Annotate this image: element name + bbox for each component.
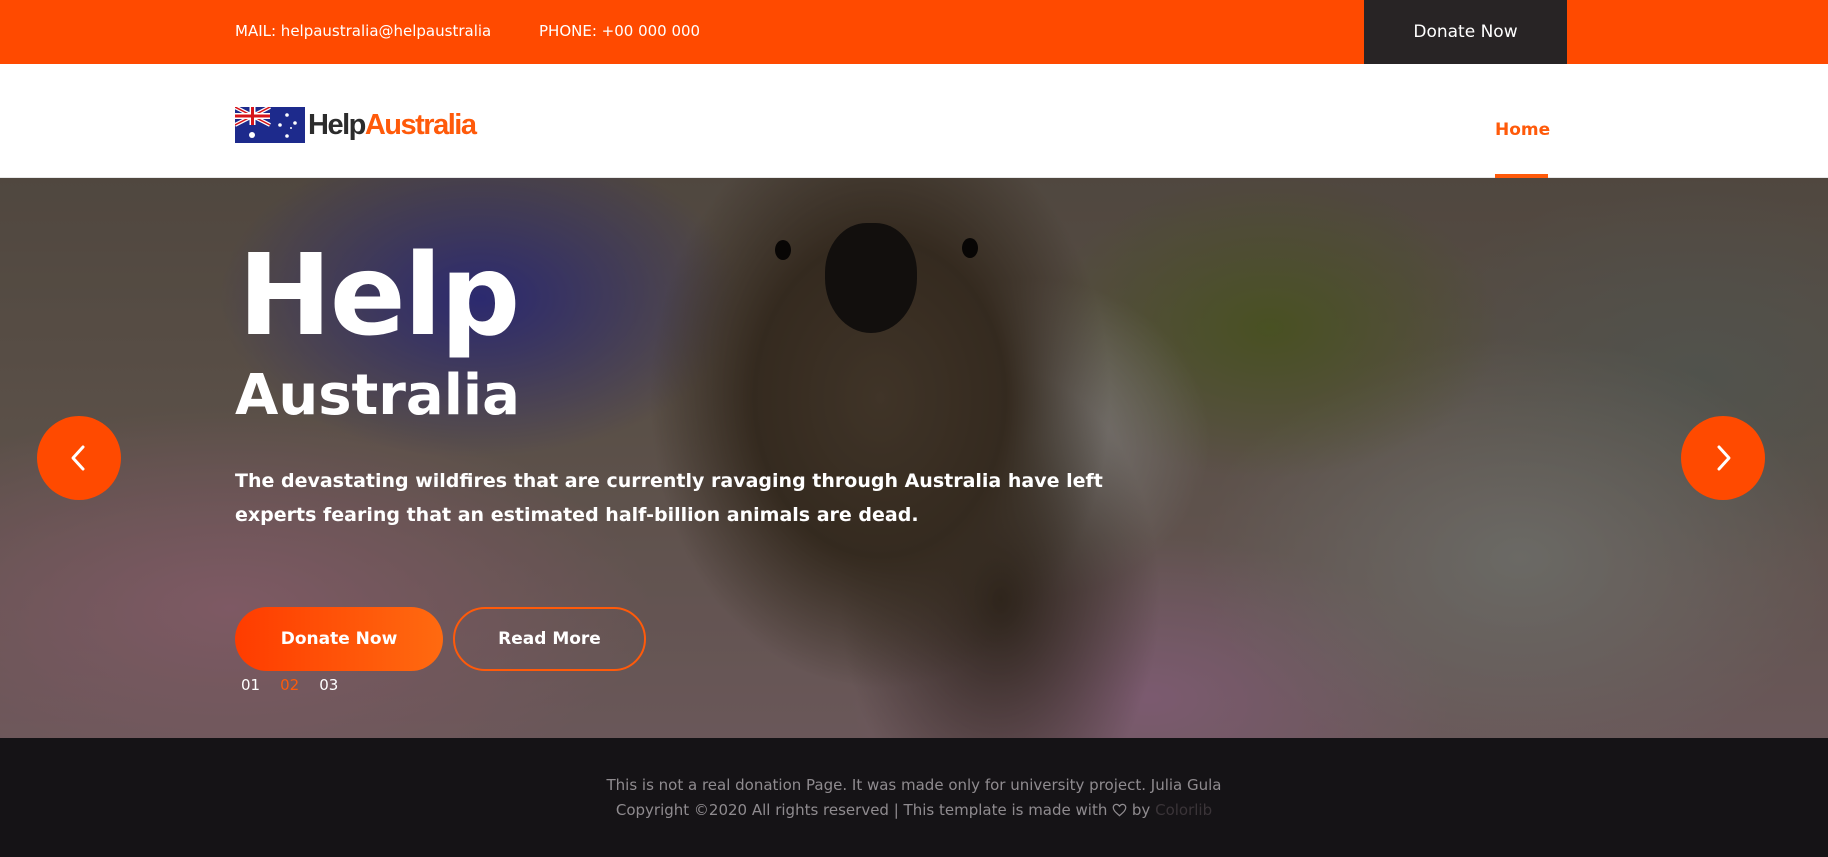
contact-phone: PHONE: +00 000 000 — [539, 22, 701, 40]
logo[interactable]: HelpAustralia — [235, 106, 477, 144]
hero-slider: Help Australia The devastating wildfires… — [0, 178, 1828, 738]
hero-subtitle: Australia — [235, 363, 520, 428]
footer-disclaimer: This is not a real donation Page. It was… — [606, 776, 1222, 794]
footer-by: by — [1131, 801, 1151, 819]
slide-indicators: 01 02 03 — [241, 676, 338, 694]
logo-text: HelpAustralia — [308, 106, 477, 144]
heart-icon — [1112, 803, 1127, 817]
contact-mail: MAIL: helpaustralia@helpaustralia — [235, 22, 492, 40]
chevron-right-icon — [1717, 445, 1731, 471]
chevron-left-icon — [71, 445, 85, 471]
slide-indicator-1[interactable]: 01 — [241, 676, 260, 694]
logo-text-australia: Australia — [364, 109, 477, 141]
site-header: HelpAustralia Home — [0, 64, 1828, 178]
footer-brand-link[interactable]: Colorlib — [1155, 801, 1212, 819]
hero-donate-button[interactable]: Donate Now — [235, 607, 443, 671]
slide-indicator-2[interactable]: 02 — [280, 676, 299, 694]
slider-next-button[interactable] — [1681, 416, 1765, 500]
footer-copyright: Copyright ©2020 All rights reserved | Th… — [0, 801, 1828, 819]
slide-indicator-3[interactable]: 03 — [319, 676, 338, 694]
hero-description: The devastating wildfires that are curre… — [235, 470, 1103, 526]
nav-home[interactable]: Home — [1495, 120, 1550, 140]
slider-prev-button[interactable] — [37, 416, 121, 500]
site-footer: This is not a real donation Page. It was… — [0, 738, 1828, 857]
hero-read-more-button[interactable]: Read More — [453, 607, 646, 671]
top-donate-button[interactable]: Donate Now — [1364, 0, 1567, 64]
hero-title: Help — [238, 231, 520, 361]
footer-copyright-text: Copyright ©2020 All rights reserved | Th… — [615, 801, 1108, 819]
top-bar: MAIL: helpaustralia@helpaustralia PHONE:… — [0, 0, 1828, 64]
australia-flag-icon — [235, 107, 305, 143]
logo-text-help: Help — [308, 109, 366, 141]
